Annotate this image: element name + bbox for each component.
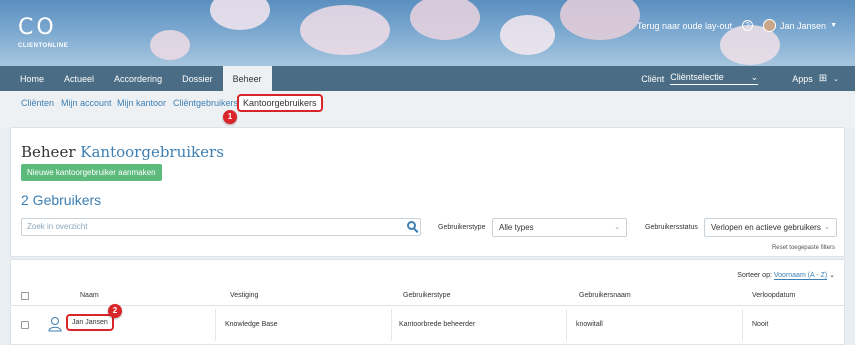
search-input[interactable]: Zoek in overzicht [21,218,421,236]
grid-icon[interactable]: ⊞ [819,73,827,84]
logo-mark: C O [18,15,54,40]
column-separator [391,309,392,341]
reset-filters-link[interactable]: Reset toegepaste filters [772,245,835,251]
step-marker-2: 2 [108,304,122,318]
content-panel: Beheer Kantoorgebruikers Nieuwe kantoorg… [10,127,845,257]
column-separator [742,309,743,341]
nav-home[interactable]: Home [0,66,54,91]
filter-type-select[interactable]: Alle types ⌄ [492,218,627,237]
blossom-decoration [150,30,190,60]
main-navigation: Home Actueel Accordering Dossier Beheer … [0,66,855,91]
sort-control[interactable]: Sorteer op: Voornaam (A - Z) ⌄ [737,271,835,280]
table-row[interactable]: Jan Jansen Knowledge Base Kantoorbrede b… [11,309,846,341]
clientonline-logo[interactable]: C O CLIENTONLINE [18,15,69,50]
title-accent: Kantoorgebruikers [80,143,224,161]
column-header-expiry[interactable]: Verloopdatum [752,292,795,299]
subnav-clienten[interactable]: Cliënten [21,98,54,108]
blossom-decoration [560,0,640,40]
nav-accordering[interactable]: Accordering [104,66,172,91]
cell-username: knowitall [576,321,603,328]
column-header-location[interactable]: Vestiging [230,292,258,299]
filter-type-label: Gebruikerstype [438,224,486,231]
filter-status-value: Verlopen en actieve gebruikers [711,223,821,232]
subnav-mijn-account[interactable]: Mijn account [61,98,112,108]
column-separator [215,309,216,341]
client-select[interactable]: Cliëntselectie ⌄ [670,72,759,85]
blossom-decoration [210,0,270,30]
page-title: Beheer Kantoorgebruikers [21,143,224,161]
column-separator [566,309,567,341]
sort-value[interactable]: Voornaam (A - Z) [773,272,828,280]
search-placeholder: Zoek in overzicht [27,222,88,231]
search-icon[interactable] [407,221,416,230]
step-marker-1: 1 [223,110,237,124]
user-name: Jan Jansen [780,20,827,31]
apps-label[interactable]: Apps [792,74,813,84]
user-menu[interactable]: Jan Jansen ▼ [763,19,837,32]
chevron-down-icon: ⌄ [614,224,620,231]
header-divider [11,305,846,306]
cell-type: Kantoorbrede beheerder [399,321,476,328]
row-checkbox[interactable] [21,321,29,329]
chevron-down-icon: ⌄ [750,72,759,82]
subnav-mijn-kantoor[interactable]: Mijn kantoor [117,98,166,108]
old-layout-link[interactable]: Terug naar oude lay-out [637,21,732,31]
nav-dossier[interactable]: Dossier [172,66,223,91]
users-table: Sorteer op: Voornaam (A - Z) ⌄ Naam Vest… [10,259,846,345]
user-count: 2 Gebruikers [21,192,102,208]
header-actions: Terug naar oude lay-out ? Jan Jansen ▼ [637,19,837,32]
client-select-value: Cliëntselectie [670,72,724,82]
header-banner: C O CLIENTONLINE Terug naar oude lay-out… [0,0,855,66]
help-icon[interactable]: ? [742,20,754,31]
title-prefix: Beheer [21,143,76,161]
cell-expiry: Nooit [752,321,769,328]
nav-right: Cliënt Cliëntselectie ⌄ Apps ⊞ ⌄ [641,66,855,91]
chevron-down-icon: ⌄ [824,224,830,231]
filter-status-select[interactable]: Verlopen en actieve gebruikers ⌄ [704,218,837,237]
chevron-down-icon: ▼ [830,22,837,29]
cell-location: Knowledge Base [225,321,278,328]
select-all-checkbox[interactable] [21,292,29,300]
column-header-type[interactable]: Gebruikerstype [403,292,450,299]
blossom-decoration [410,0,480,40]
filter-type-value: Alle types [499,223,534,232]
sort-label: Sorteer op: [737,272,772,279]
chevron-down-icon: ⌄ [833,75,839,83]
new-office-user-button[interactable]: Nieuwe kantoorgebruiker aanmaken [21,164,162,181]
user-name-link[interactable]: Jan Jansen [66,314,114,331]
filter-status-label: Gebruikersstatus [645,224,698,231]
column-header-name[interactable]: Naam [80,292,99,299]
blossom-decoration [500,15,555,55]
user-icon [48,317,62,332]
column-header-username[interactable]: Gebruikersnaam [579,292,631,299]
nav-beheer[interactable]: Beheer [222,66,272,91]
avatar [763,19,777,32]
blossom-decoration [300,5,390,55]
subnav-kantoorgebruikers[interactable]: Kantoorgebruikers [237,94,323,112]
chevron-down-icon: ⌄ [829,272,835,279]
client-label: Cliënt [641,73,665,84]
nav-actueel[interactable]: Actueel [54,66,104,91]
subnav-clientgebruikers[interactable]: Cliëntgebruikers [173,98,238,108]
logo-text: CLIENTONLINE [18,43,69,49]
sub-navigation: Cliënten Mijn account Mijn kantoor Cliën… [0,91,855,128]
